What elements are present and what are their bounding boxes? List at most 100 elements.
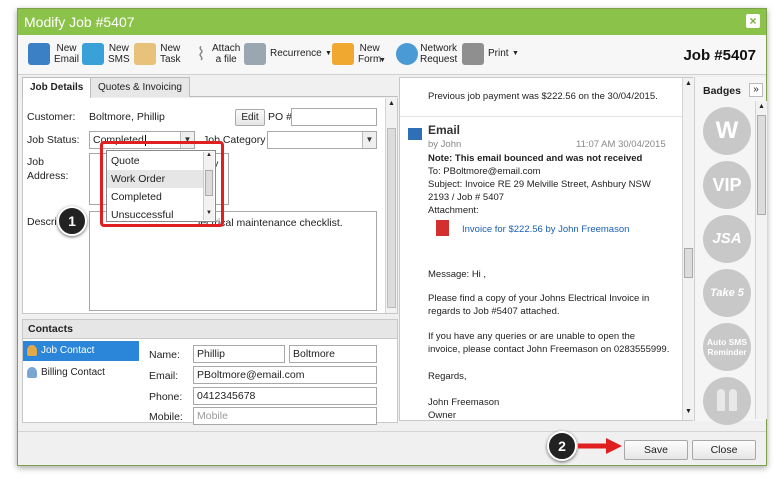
title-bar: Modify Job #5407 × [18, 9, 766, 35]
footer-bar: Save Close [18, 431, 766, 465]
email-field[interactable]: PBoltmore@email.com [193, 366, 377, 384]
message-line: regards to Job #5407 attached. [428, 306, 560, 317]
message-line: Regards, [428, 371, 467, 382]
new-form-dropdown-icon: ▼ [379, 57, 386, 64]
email-to: To: PBoltmore@email.com [428, 166, 541, 177]
bounce-note: Note: This email bounced and was not rec… [428, 153, 643, 164]
scroll-thumb[interactable] [757, 115, 766, 215]
last-name-input[interactable]: Boltmore [289, 345, 377, 363]
save-button[interactable]: Save [624, 440, 688, 460]
job-number-heading: Job #5407 [683, 47, 756, 64]
scroll-down-icon[interactable]: ▼ [685, 408, 692, 415]
callout-number-2: 2 [547, 431, 577, 461]
attachment-link[interactable]: Invoice for $222.56 by John Freemason [462, 223, 629, 236]
new-form-button[interactable]: New Form ▼ [332, 41, 388, 71]
form-scrollbar[interactable]: ▲ [385, 98, 397, 313]
email-author: by John [428, 139, 462, 150]
phone-field[interactable]: 0412345678 [193, 387, 377, 405]
phone-label: Phone: [149, 391, 183, 403]
new-task-button[interactable]: New Task [134, 41, 184, 71]
toolbar: New Email New SMS New Task ⌇ Attach a fi… [18, 35, 766, 75]
user-icon [27, 345, 37, 356]
contact-item-label: Job Contact [41, 345, 95, 356]
message-line: Message: Hi , [428, 269, 487, 280]
paperclip-icon: ⌇ [196, 44, 206, 64]
email-subject-cont: 2193 / Job # 5407 [428, 192, 505, 203]
scroll-thumb[interactable] [387, 128, 396, 308]
email-label: Email: [149, 370, 179, 382]
customer-value[interactable]: Boltmore, Phillip [89, 111, 165, 123]
new-task-label: New Task [160, 43, 181, 65]
scroll-thumb[interactable] [684, 248, 693, 278]
network-request-button[interactable]: Network Request [396, 41, 460, 71]
highlight-status-dropdown [100, 141, 224, 227]
badges-title: Badges [703, 85, 741, 97]
scroll-up-icon[interactable]: ▲ [388, 100, 395, 107]
recurrence-dropdown-icon: ▼ [325, 50, 332, 57]
badge-people[interactable] [703, 377, 751, 425]
network-icon [396, 43, 418, 65]
window-title: Modify Job #5407 [24, 14, 135, 30]
message-line: John Freemason [428, 397, 500, 408]
description-label: Descri [27, 216, 57, 228]
new-email-button[interactable]: New Email [28, 41, 88, 71]
print-dropdown-icon: ▼ [512, 50, 519, 57]
modify-job-window: Modify Job #5407 × New Email New SMS New… [17, 8, 767, 466]
badges-panel: Badges » W VIP JSA Take 5 Auto SMS Remin… [694, 77, 767, 425]
badge-vip[interactable]: VIP [703, 161, 751, 209]
recurrence-button[interactable]: Recurrence ▼ [244, 41, 334, 71]
tab-job-details[interactable]: Job Details [22, 77, 92, 98]
print-icon [462, 43, 484, 65]
close-window-icon[interactable]: × [746, 14, 760, 28]
network-request-label: Network Request [420, 43, 458, 65]
task-icon [134, 43, 156, 65]
edit-customer-button[interactable]: Edit [235, 109, 265, 126]
recurrence-icon [244, 43, 266, 65]
name-label: Name: [149, 349, 180, 361]
contact-item-billing[interactable]: Billing Contact [23, 363, 139, 383]
badge-take-5[interactable]: Take 5 [703, 269, 751, 317]
recurrence-label: Recurrence [270, 48, 322, 59]
close-button[interactable]: Close [692, 440, 756, 460]
chevron-down-icon[interactable]: ▼ [362, 132, 376, 148]
job-category-select[interactable]: ▼ [267, 131, 377, 149]
badge-jsa[interactable]: JSA [703, 215, 751, 263]
email-icon [28, 43, 50, 65]
contact-item-label: Billing Contact [41, 367, 105, 378]
job-address-label: Job Address: [27, 156, 69, 182]
job-details-panel: Job Details Quotes & Invoicing Customer:… [22, 77, 398, 425]
message-line: If you have any queries or are unable to… [428, 331, 636, 342]
contact-item-job[interactable]: Job Contact [23, 341, 139, 361]
message-line: invoice, please contact John Freemason o… [428, 344, 670, 355]
new-sms-label: New SMS [108, 43, 130, 65]
print-label: Print [488, 48, 509, 59]
new-email-label: New Email [54, 43, 80, 65]
customer-label: Customer: [27, 111, 76, 123]
email-icon [408, 128, 422, 140]
sms-icon [82, 43, 104, 65]
attachment-label: Attachment: [428, 205, 479, 216]
tab-quotes-invoicing[interactable]: Quotes & Invoicing [90, 77, 190, 97]
email-subject: Subject: Invoice RE 29 Melville Street, … [428, 179, 651, 190]
new-sms-button[interactable]: New SMS [82, 41, 132, 71]
badge-w[interactable]: W [703, 107, 751, 155]
message-line: Owner [428, 410, 456, 421]
scroll-up-icon[interactable]: ▲ [758, 103, 765, 110]
attach-file-label: Attach a file [212, 43, 241, 65]
user-icon [27, 367, 37, 378]
callout-number-1: 1 [57, 206, 87, 236]
first-name-input[interactable]: Phillip [193, 345, 285, 363]
scroll-up-icon[interactable]: ▲ [685, 80, 692, 87]
activity-scrollbar[interactable]: ▲ ▼ [682, 78, 694, 420]
contacts-panel: Job Contact Billing Contact Name: Philli… [22, 339, 398, 425]
mobile-field[interactable]: Mobile [193, 407, 377, 425]
attach-file-button[interactable]: ⌇ Attach a file [190, 41, 246, 71]
contacts-header: Contacts [22, 319, 398, 339]
expand-badges-icon[interactable]: » [749, 83, 763, 97]
email-timestamp: 11:07 AM 30/04/2015 [576, 139, 666, 150]
badges-scrollbar[interactable]: ▲ [755, 101, 767, 419]
job-status-label: Job Status: [27, 134, 80, 146]
po-input[interactable] [291, 108, 377, 126]
print-button[interactable]: Print ▼ [462, 41, 522, 71]
badge-auto-sms-reminder[interactable]: Auto SMS Reminder [703, 323, 751, 371]
